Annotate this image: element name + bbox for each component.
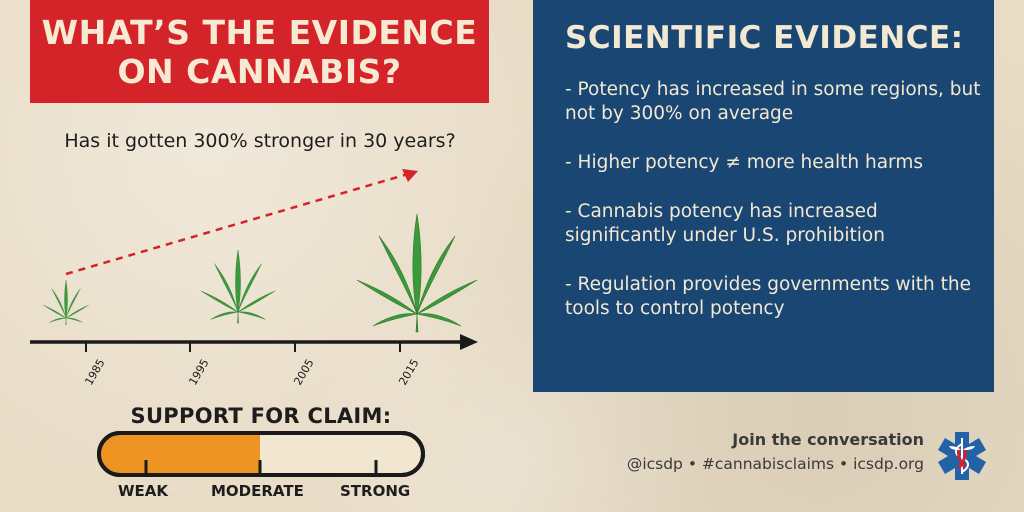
timeline-axis-arrowhead xyxy=(460,334,478,350)
join-title: Join the conversation xyxy=(732,430,924,449)
join-links[interactable]: @icsdp • #cannabisclaims • icsdp.org xyxy=(627,455,924,473)
year-label: 1995 xyxy=(186,357,211,388)
support-label: SUPPORT FOR CLAIM: xyxy=(130,404,392,428)
leaf-1985-icon xyxy=(43,279,89,326)
question-text: Has it gotten 300% stronger in 30 years? xyxy=(64,130,456,152)
leaf-1995-icon xyxy=(200,249,276,324)
title-banner: WHAT’S THE EVIDENCE ON CANNABIS? xyxy=(30,0,489,103)
year-label: 2015 xyxy=(396,357,421,388)
evidence-item: - Potency has increased in some regions,… xyxy=(565,79,981,124)
evidence-title: SCIENTIFIC EVIDENCE: xyxy=(565,20,964,56)
evidence-list: - Potency has increased in some regions,… xyxy=(565,78,985,346)
evidence-item: - Cannabis potency has increased signifi… xyxy=(565,201,885,246)
gauge-label-weak: WEAK xyxy=(118,482,169,500)
timeline-graphic: 1985 1995 2005 2015 xyxy=(30,169,478,388)
gauge-fill xyxy=(101,435,260,473)
icsdp-logo-icon xyxy=(938,432,986,480)
join-block: Join the conversation @icsdp • #cannabis… xyxy=(627,430,924,473)
title-line-2: ON CANNABIS? xyxy=(117,51,402,91)
title-line-1: WHAT’S THE EVIDENCE xyxy=(41,12,478,52)
leaf-2015-icon xyxy=(356,213,478,333)
evidence-item: - Regulation provides governments with t… xyxy=(565,274,972,319)
gauge-label-moderate: MODERATE xyxy=(211,482,304,500)
evidence-item: - Higher potency ≠ more health harms xyxy=(565,152,923,173)
evidence-panel: SCIENTIFIC EVIDENCE: - Potency has incre… xyxy=(533,0,994,392)
gauge-label-strong: STRONG xyxy=(340,482,411,500)
support-gauge xyxy=(97,431,425,477)
year-label: 2005 xyxy=(291,357,316,388)
year-label: 1985 xyxy=(82,357,107,388)
